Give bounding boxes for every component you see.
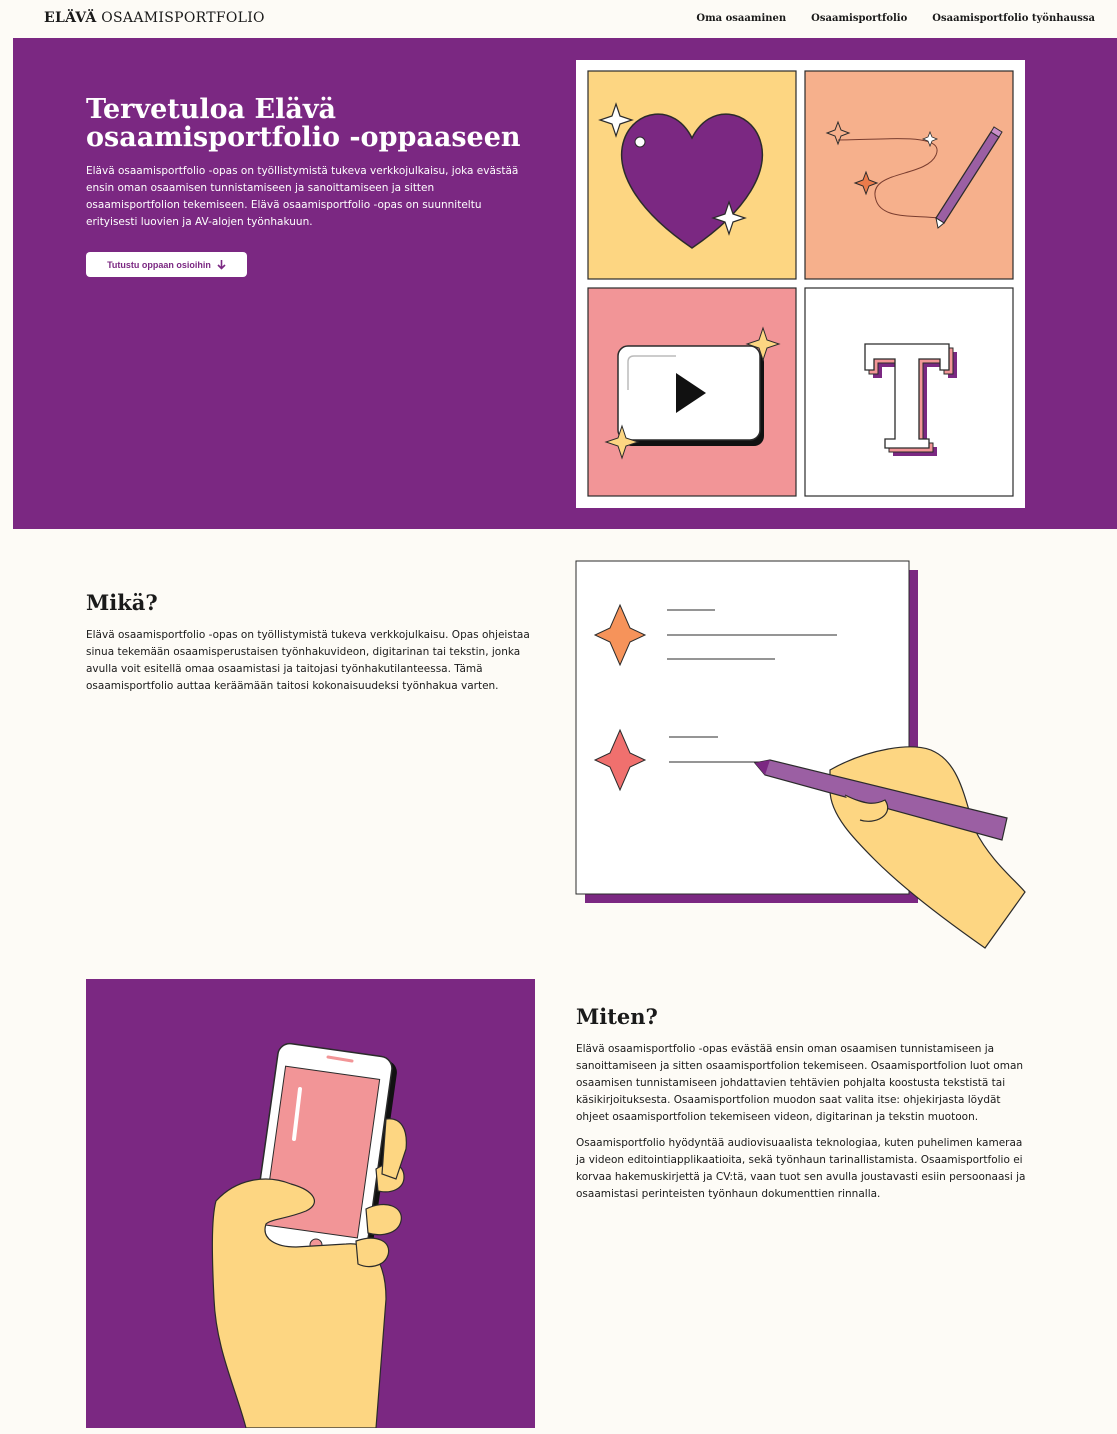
- video-tile: [587, 287, 797, 497]
- nav-tyonhaussa[interactable]: Osaamisportfolio työnhaussa: [932, 13, 1095, 24]
- brand-bold: ELÄVÄ: [44, 10, 97, 26]
- brand-rest: OSAAMISPORTFOLIO: [101, 10, 265, 26]
- nav-oma-osaaminen[interactable]: Oma osaaminen: [696, 13, 786, 24]
- nav-osaamisportfolio[interactable]: Osaamisportfolio: [811, 13, 907, 24]
- explore-sections-button[interactable]: Tutustu oppaan osioihin: [86, 252, 247, 277]
- main-nav: Oma osaaminen Osaamisportfolio Osaamispo…: [696, 13, 1095, 24]
- hero-text: Elävä osaamisportfolio -opas on työllist…: [86, 165, 519, 228]
- phone-illustration: [86, 979, 535, 1428]
- hero-illustration: [576, 60, 1025, 508]
- miten-title: Miten?: [576, 1004, 658, 1029]
- top-bar: ELÄVÄ OSAAMISPORTFOLIO Oma osaaminen Osa…: [0, 0, 1117, 38]
- mika-text: Elävä osaamisportfolio -opas on työllist…: [86, 629, 530, 692]
- miten-paragraph-2: Osaamisportfolio hyödyntää audiovisuaali…: [576, 1137, 1026, 1200]
- arrow-down-icon: [217, 259, 226, 270]
- heart-tile: [587, 70, 797, 280]
- mika-title: Mikä?: [86, 590, 158, 615]
- brand-logo[interactable]: ELÄVÄ OSAAMISPORTFOLIO: [44, 10, 265, 26]
- text-tile: [804, 287, 1014, 497]
- cta-label: Tutustu oppaan osioihin: [107, 259, 211, 270]
- miten-paragraph-1: Elävä osaamisportfolio -opas evästää ens…: [576, 1043, 1024, 1123]
- hero-title: Tervetuloa Elävä osaamisportfolio -oppaa…: [86, 94, 521, 153]
- document-illustration: [575, 560, 1030, 950]
- pencil-tile: [804, 70, 1014, 280]
- hero-section: Tervetuloa Elävä osaamisportfolio -oppaa…: [13, 38, 1117, 529]
- phone-in-hand-icon: [211, 1042, 407, 1428]
